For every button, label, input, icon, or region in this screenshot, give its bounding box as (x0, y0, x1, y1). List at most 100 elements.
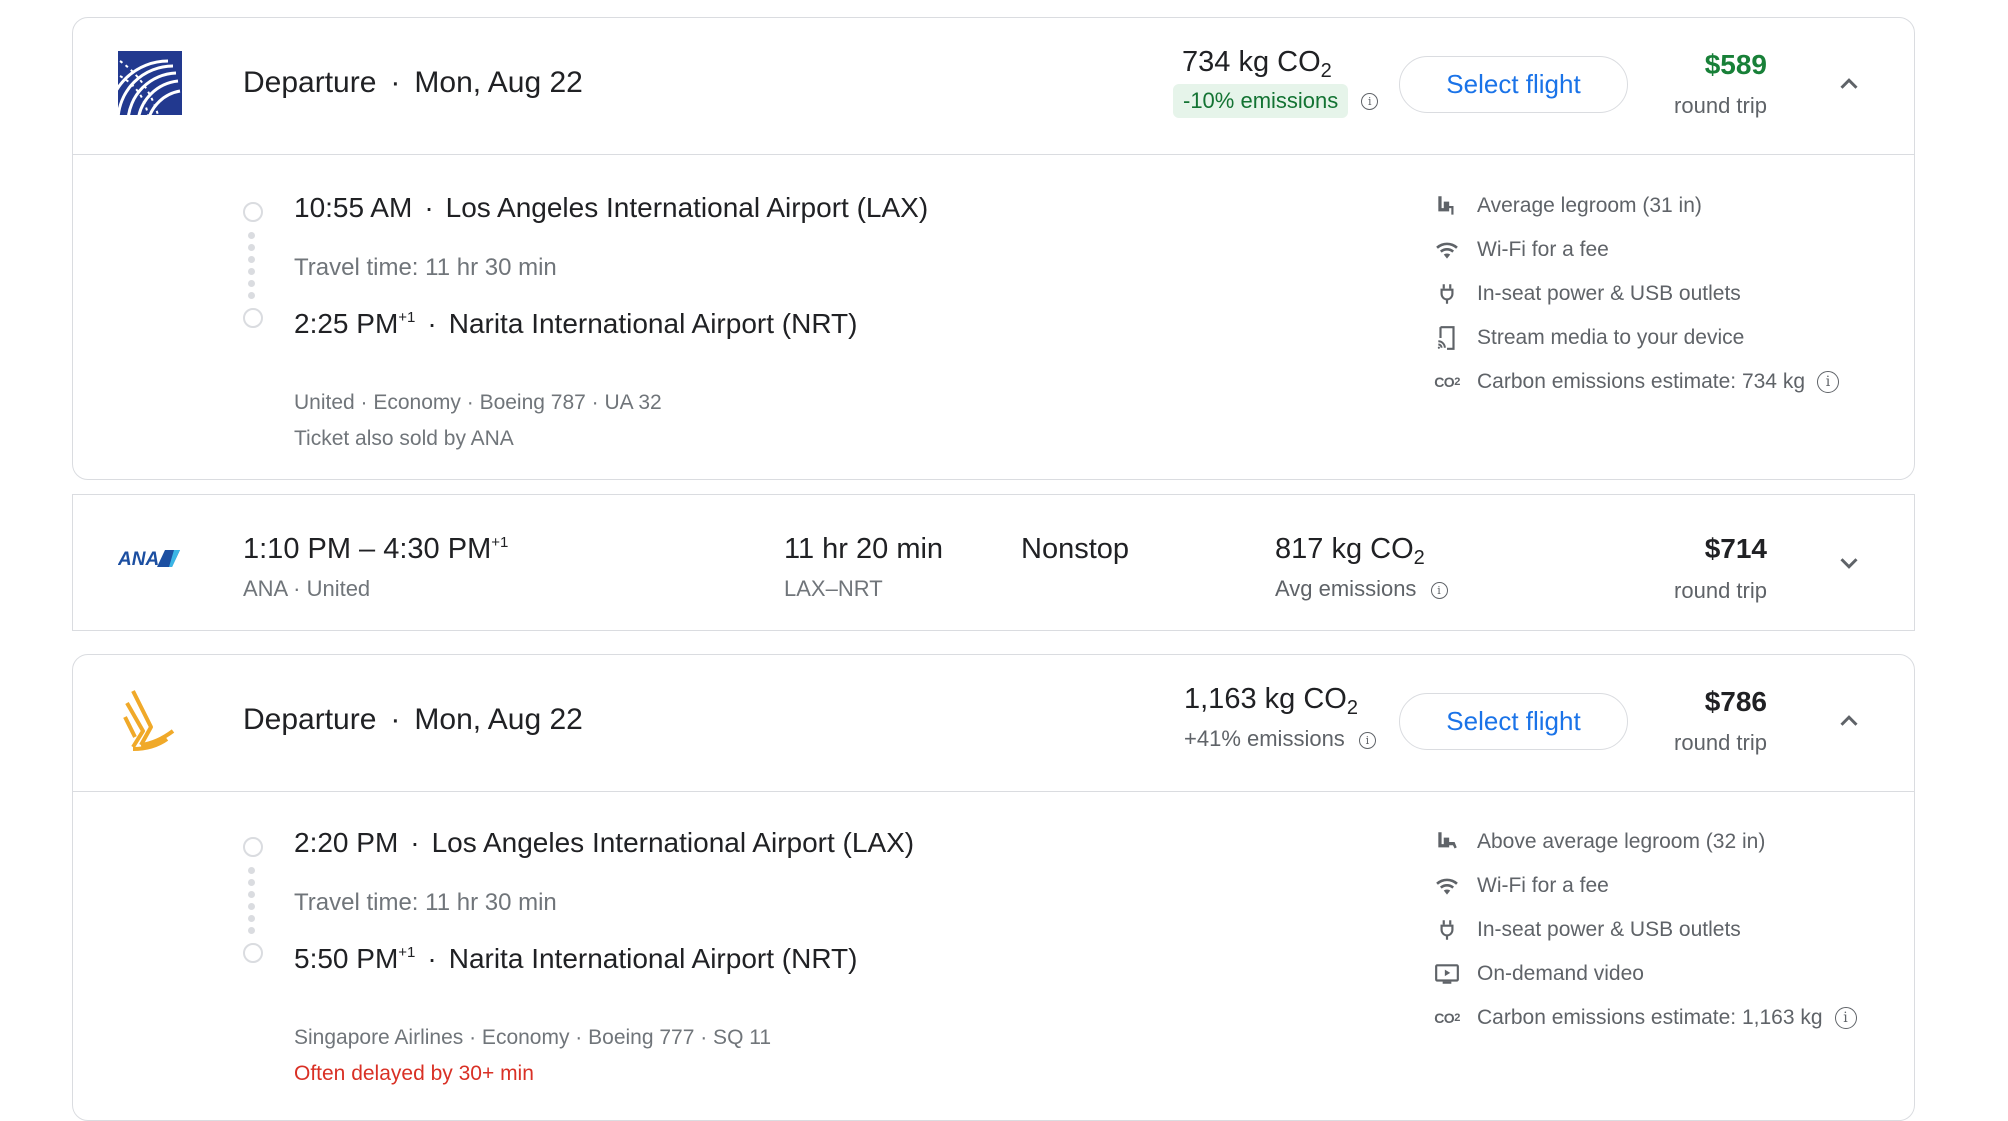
timeline-depart-circle (243, 202, 263, 222)
header-date: Mon, Aug 22 (414, 703, 583, 736)
price-note: round trip (1674, 578, 1767, 603)
timeline-dot (248, 244, 255, 251)
flight-card-header[interactable]: Departure · Mon, Aug 22 734 kg CO2 -10% em… (73, 18, 1914, 155)
amenity-wifi: Wi-Fi for a fee (1433, 871, 1609, 901)
info-icon[interactable]: i (1834, 1007, 1857, 1029)
separator: · (390, 703, 401, 736)
day-offset: +1 (491, 534, 509, 551)
info-icon[interactable]: i (1817, 371, 1839, 393)
stream-media-icon (1433, 324, 1461, 352)
on-demand-video-icon (1433, 960, 1461, 988)
amenity-stream: Stream media to your device (1433, 323, 1744, 353)
timeline-dot (248, 879, 255, 886)
emissions-badge: -10% emissions (1173, 84, 1349, 118)
flight-row-ana[interactable]: ANA 1:10 PM – 4:30 PM+1 ANA · United 11 … (72, 494, 1915, 631)
info-icon[interactable]: i (1358, 731, 1376, 749)
arrival-line: 5:50 PM+1 · Narita International Airport (… (294, 943, 858, 974)
emissions-amount: 734 kg CO2 (1182, 46, 1332, 82)
card-header-title: Departure · Mon, Aug 22 (243, 703, 583, 737)
flight-route: LAX–NRT (784, 576, 883, 601)
depart-time: 10:55 AM (294, 192, 413, 223)
power-plug-icon (1433, 280, 1461, 308)
info-icon[interactable]: i (1361, 92, 1379, 110)
depart-airport: Los Angeles International Airport (LAX) (445, 192, 929, 223)
timeline-arrive-circle (243, 943, 263, 963)
co2-icon: CO 2 (1434, 374, 1460, 390)
emissions-change-row: +41% emissions i (1184, 726, 1376, 752)
timeline-dot (248, 903, 255, 910)
timeline-dot (248, 927, 255, 934)
delay-warning: Often delayed by 30+ min (294, 1062, 534, 1085)
amenity-power: In-seat power & USB outlets (1433, 279, 1741, 309)
travel-time: Travel time: 11 hr 30 min (294, 889, 557, 916)
card-header-title: Departure · Mon, Aug 22 (243, 66, 583, 100)
amenity-co2: CO 2 Carbon emissions estimate: 1,163 kg … (1433, 1003, 1857, 1033)
chevron-up-icon[interactable] (1834, 69, 1864, 99)
amenity-legroom: Above average legroom (32 in) (1433, 827, 1765, 857)
flight-times: 1:10 PM – 4:30 PM+1 (243, 533, 509, 565)
legroom-icon (1433, 192, 1461, 220)
day-offset: +1 (398, 944, 416, 961)
departure-line: 10:55 AM · Los Angeles International Airpo… (294, 192, 929, 223)
flight-details: United · Economy · Boeing 787 · UA 32 (294, 391, 662, 414)
depart-airport: Los Angeles International Airport (LAX) (431, 827, 915, 858)
flight-card-united: Departure · Mon, Aug 22 734 kg CO2 -10% em… (72, 17, 1915, 480)
svg-text:ANA: ANA (118, 549, 159, 569)
price: $786 (1704, 686, 1767, 717)
timeline-dot (248, 256, 255, 263)
arrive-airport: Narita International Airport (NRT) (448, 943, 858, 974)
info-icon[interactable]: i (1430, 581, 1448, 599)
emissions-badge-row: -10% emissions i (1173, 84, 1379, 118)
departure-line: 2:20 PM · Los Angeles International Airpor… (294, 827, 915, 858)
flight-card-header[interactable]: Departure · Mon, Aug 22 1,163 kg CO2 +41% … (73, 655, 1914, 792)
timeline-dot (248, 891, 255, 898)
depart-time: 2:20 PM (294, 827, 399, 858)
power-plug-icon (1433, 916, 1461, 944)
amenity-video: On-demand video (1433, 959, 1644, 989)
chevron-up-icon[interactable] (1834, 706, 1864, 736)
chevron-down-icon[interactable] (1834, 548, 1864, 578)
timeline-dot (248, 867, 255, 874)
header-label: Departure (243, 66, 377, 99)
ana-logo: ANA (117, 547, 182, 570)
timeline-dot (248, 280, 255, 287)
timeline-arrive-circle (243, 308, 263, 328)
price: $589 (1704, 49, 1767, 80)
co2-icon: CO 2 (1434, 1010, 1460, 1026)
emissions-label: Avg emissions (1275, 576, 1417, 601)
select-flight-button[interactable]: Select flight (1399, 56, 1628, 113)
timeline-depart-circle (243, 837, 263, 857)
operating-airlines: ANA · United (243, 576, 371, 601)
emissions-amount: 817 kg CO2 (1275, 533, 1425, 569)
wifi-icon (1433, 236, 1461, 264)
header-date: Mon, Aug 22 (414, 66, 583, 99)
header-label: Departure (243, 703, 377, 736)
day-offset: +1 (398, 309, 416, 326)
flight-note: Ticket also sold by ANA (294, 427, 514, 450)
flight-card-singapore: Departure · Mon, Aug 22 1,163 kg CO2 +41% … (72, 654, 1915, 1121)
timeline-dot (248, 268, 255, 275)
price: $714 (1704, 533, 1767, 564)
arrival-line: 2:25 PM+1 · Narita International Airport (… (294, 308, 858, 339)
amenity-legroom: Average legroom (31 in) (1433, 191, 1702, 221)
legroom-icon (1433, 828, 1461, 856)
price-note: round trip (1674, 730, 1767, 755)
travel-time: Travel time: 11 hr 30 min (294, 254, 557, 281)
flight-stops: Nonstop (1021, 533, 1130, 565)
price-note: round trip (1674, 93, 1767, 118)
amenity-wifi: Wi-Fi for a fee (1433, 235, 1609, 265)
separator: · (390, 66, 401, 99)
emissions-label-row: Avg emissions i (1275, 576, 1448, 602)
emissions-change: +41% emissions (1184, 726, 1345, 751)
emissions-amount: 1,163 kg CO2 (1184, 683, 1358, 719)
united-globe-logo (106, 51, 182, 122)
amenity-co2: CO 2 Carbon emissions estimate: 734 kg i (1433, 367, 1839, 397)
flight-duration: 11 hr 20 min (784, 533, 944, 565)
timeline-dot (248, 915, 255, 922)
arrive-time: 2:25 PM (294, 308, 399, 339)
wifi-icon (1433, 872, 1461, 900)
singapore-airlines-logo (123, 687, 177, 751)
select-flight-button[interactable]: Select flight (1399, 693, 1628, 750)
amenity-power: In-seat power & USB outlets (1433, 915, 1741, 945)
timeline-dot (248, 292, 255, 299)
